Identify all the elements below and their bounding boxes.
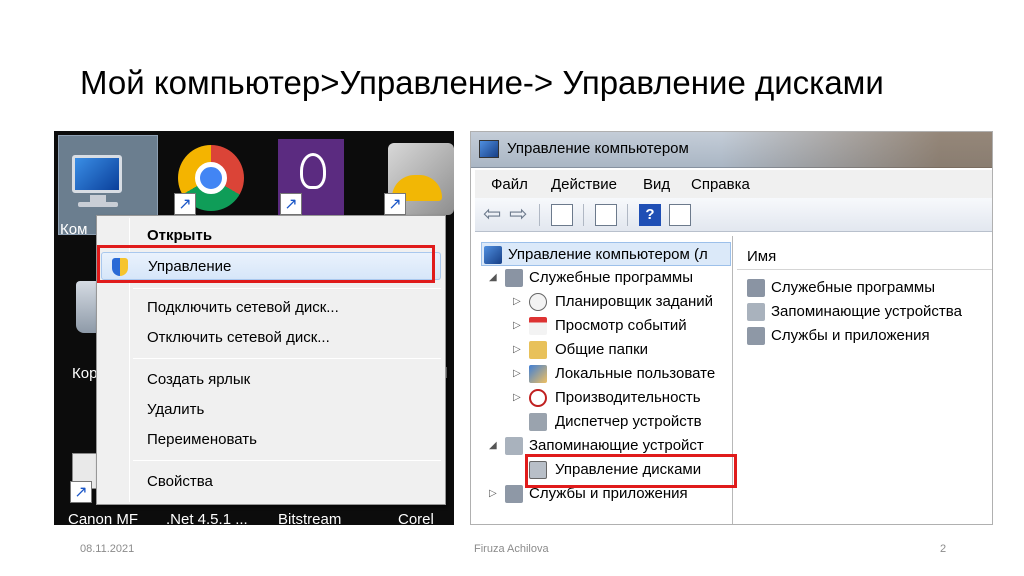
tree-item-performance[interactable]: ▷ Производительность — [509, 386, 731, 410]
corel-balloon-icon — [300, 153, 326, 189]
tree-item-shared-folders[interactable]: ▷ Общие папки — [509, 338, 731, 362]
menu-item-create-shortcut[interactable]: Создать ярлык — [101, 366, 441, 394]
tree-item-system-tools[interactable]: ◢ Служебные программы — [483, 266, 731, 290]
toolbar-separator — [539, 204, 540, 226]
menu-item-map-network-drive[interactable]: Подключить сетевой диск... — [101, 294, 441, 322]
window-body: Файл Действие Вид Справка ⇦ ⇨ ? Управлен… — [471, 168, 992, 524]
tools-icon — [747, 279, 765, 297]
tree-item-local-users-label: Локальные пользовате — [555, 365, 716, 382]
tools-icon — [505, 269, 523, 287]
list-item-label: Служебные программы — [771, 279, 935, 296]
tree-item-shared-folders-label: Общие папки — [555, 341, 649, 358]
clock-icon — [529, 293, 547, 311]
desktop-label-net: .Net 4.5.1 ... — [166, 511, 248, 525]
tree-item-root[interactable]: Управление компьютером (л — [481, 242, 731, 266]
event-log-icon — [529, 317, 547, 335]
menu-bar: Файл Действие Вид Справка — [475, 170, 992, 198]
menu-file[interactable]: Файл — [491, 176, 528, 193]
shortcut-arrow-icon: ↗ — [174, 193, 196, 215]
show-action-pane-icon[interactable] — [669, 204, 691, 226]
menu-item-properties[interactable]: Свойства — [101, 468, 441, 496]
shared-folder-icon — [529, 341, 547, 359]
menu-separator — [133, 358, 441, 359]
menu-separator — [133, 460, 441, 461]
computer-icon-base — [78, 202, 118, 207]
window-titlebar[interactable]: Управление компьютером — [471, 132, 992, 168]
tree-item-device-manager-label: Диспетчер устройств — [555, 413, 702, 430]
list-item-label: Запоминающие устройства — [771, 303, 962, 320]
slide-title: Мой компьютер>Управление-> Управление ди… — [80, 64, 884, 101]
tree-item-local-users[interactable]: ▷ Локальные пользовате — [509, 362, 731, 386]
desktop-label-canon: Canon MF — [68, 511, 139, 525]
toolbar-separator — [627, 204, 628, 226]
expand-arrow-icon[interactable]: ▷ — [513, 338, 525, 362]
forward-arrow-icon[interactable]: ⇨ — [509, 204, 531, 226]
export-list-icon[interactable] — [595, 204, 617, 226]
desktop-label-recycle: Кор — [72, 365, 98, 382]
expand-arrow-icon[interactable]: ▷ — [513, 314, 525, 338]
services-icon — [505, 485, 523, 503]
window-title: Управление компьютером — [507, 140, 689, 157]
tree-item-event-viewer[interactable]: ▷ Просмотр событий — [509, 314, 731, 338]
tree-item-system-tools-label: Служебные программы — [529, 269, 693, 286]
footer-page-number: 2 — [940, 543, 947, 555]
tree-item-performance-label: Производительность — [555, 389, 701, 406]
results-pane: Имя Служебные программы Запоминающие уст… — [737, 236, 992, 524]
highlight-box-manage — [97, 245, 435, 283]
tree-item-event-viewer-label: Просмотр событий — [555, 317, 687, 334]
users-icon — [529, 365, 547, 383]
footer-date: 08.11.2021 — [80, 543, 135, 555]
tree-item-task-scheduler[interactable]: ▷ Планировщик заданий — [509, 290, 731, 314]
expand-arrow-icon[interactable]: ▷ — [489, 482, 501, 506]
storage-icon — [505, 437, 523, 455]
toolbar: ⇦ ⇨ ? — [475, 198, 992, 232]
expand-arrow-icon[interactable]: ▷ — [513, 386, 525, 410]
services-icon — [747, 327, 765, 345]
help-icon[interactable]: ? — [639, 204, 661, 226]
shortcut-arrow-icon: ↗ — [280, 193, 302, 215]
device-manager-icon — [529, 413, 547, 431]
back-arrow-icon[interactable]: ⇦ — [483, 204, 505, 226]
menu-action[interactable]: Действие — [551, 176, 617, 193]
highlight-box-disk-management — [525, 454, 737, 488]
tree-item-device-manager[interactable]: Диспетчер устройств — [509, 410, 731, 434]
desktop-label-computer: Ком — [60, 221, 88, 238]
menu-item-disconnect-network-drive[interactable]: Отключить сетевой диск... — [101, 324, 441, 352]
list-item-label: Службы и приложения — [771, 327, 930, 344]
column-header-name[interactable]: Имя — [737, 244, 992, 270]
shortcut-arrow-icon: ↗ — [70, 481, 92, 503]
computer-management-icon — [479, 140, 499, 158]
collapse-arrow-icon[interactable]: ◢ — [489, 434, 501, 458]
menu-view[interactable]: Вид — [643, 176, 670, 193]
show-hide-tree-icon[interactable] — [551, 204, 573, 226]
menu-item-rename[interactable]: Переименовать — [101, 426, 441, 454]
menu-item-delete[interactable]: Удалить — [101, 396, 441, 424]
desktop-label-bitstream: Bitstream — [278, 511, 342, 525]
tree-item-task-scheduler-label: Планировщик заданий — [555, 293, 713, 310]
toolbar-separator — [583, 204, 584, 226]
desktop-label-corel: Corel — [398, 511, 434, 525]
computer-management-window: Управление компьютером Файл Действие Вид… — [470, 131, 993, 525]
menu-separator — [133, 288, 441, 289]
performance-icon — [529, 389, 547, 407]
computer-management-icon — [484, 246, 502, 264]
menu-help[interactable]: Справка — [691, 176, 750, 193]
computer-icon — [72, 155, 122, 193]
storage-icon — [747, 303, 765, 321]
console-tree: Управление компьютером (л ◢ Служебные пр… — [475, 236, 737, 524]
tree-item-root-label: Управление компьютером (л — [508, 246, 708, 263]
desktop-screenshot: Ком ↗ ↗ ↗ Кор id ↗ Canon MF .Net 4.5.1 .… — [54, 131, 454, 525]
expand-arrow-icon[interactable]: ▷ — [513, 362, 525, 386]
shortcut-arrow-icon: ↗ — [384, 193, 406, 215]
collapse-arrow-icon[interactable]: ◢ — [489, 266, 501, 290]
expand-arrow-icon[interactable]: ▷ — [513, 290, 525, 314]
footer-author: Firuza Achilova — [474, 543, 549, 555]
titlebar-background — [721, 132, 992, 168]
